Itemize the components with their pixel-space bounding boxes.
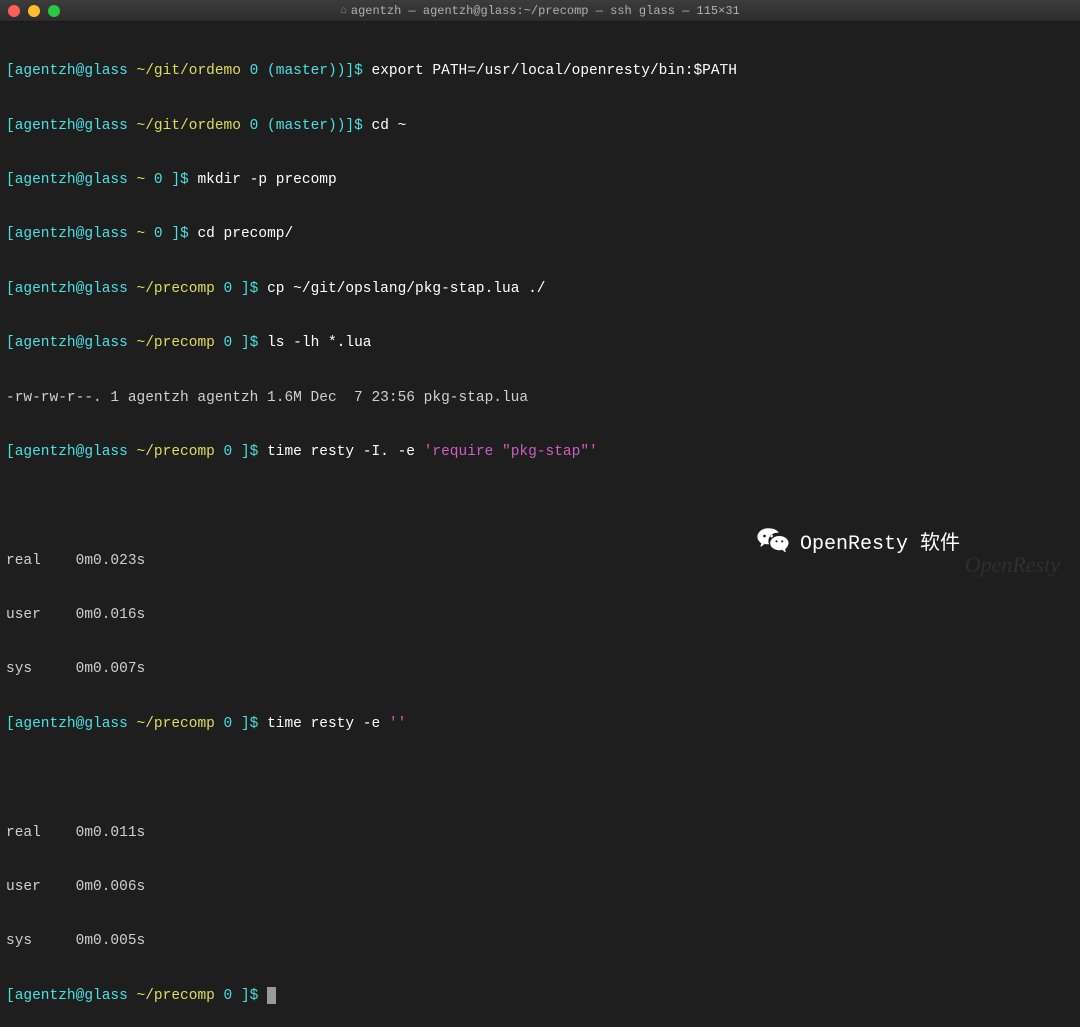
minimize-icon[interactable] xyxy=(28,5,40,17)
close-icon[interactable] xyxy=(8,5,20,17)
terminal-line: [agentzh@glass ~/precomp 0 ]$ ls -lh *.l… xyxy=(6,334,1074,352)
terminal-line: [agentzh@glass ~/git/ordemo 0 (master))]… xyxy=(6,62,1074,80)
terminal-output xyxy=(6,497,1074,515)
terminal-output: user 0m0.016s xyxy=(6,606,1074,624)
command-text: 'require "pkg-stap"' xyxy=(424,444,598,460)
window-title-text: agentzh — agentzh@glass:~/precomp — ssh … xyxy=(351,4,740,18)
command-text: cd ~ xyxy=(372,118,407,134)
terminal-output: real 0m0.023s xyxy=(6,552,1074,570)
terminal-line: [agentzh@glass ~/precomp 0 ]$ xyxy=(6,987,1074,1005)
terminal-line: [agentzh@glass ~ 0 ]$ mkdir -p precomp xyxy=(6,171,1074,189)
terminal-line: [agentzh@glass ~/precomp 0 ]$ time resty… xyxy=(6,443,1074,461)
terminal-output: sys 0m0.005s xyxy=(6,932,1074,950)
maximize-icon[interactable] xyxy=(48,5,60,17)
terminal-line: [agentzh@glass ~/precomp 0 ]$ cp ~/git/o… xyxy=(6,280,1074,298)
command-text: cp ~/git/opslang/pkg-stap.lua ./ xyxy=(267,281,545,297)
command-text: ls -lh *.lua xyxy=(267,335,371,351)
terminal-content[interactable]: [agentzh@glass ~/git/ordemo 0 (master))]… xyxy=(0,22,1080,1027)
traffic-lights xyxy=(8,5,60,17)
terminal-line: [agentzh@glass ~ 0 ]$ cd precomp/ xyxy=(6,225,1074,243)
command-text: time resty -e xyxy=(267,716,389,732)
window-titlebar: ⌂ agentzh — agentzh@glass:~/precomp — ss… xyxy=(0,0,1080,22)
terminal-line: [agentzh@glass ~/git/ordemo 0 (master))]… xyxy=(6,117,1074,135)
command-text: mkdir -p precomp xyxy=(197,172,336,188)
terminal-output xyxy=(6,769,1074,787)
terminal-output: sys 0m0.007s xyxy=(6,660,1074,678)
terminal-line: [agentzh@glass ~/precomp 0 ]$ time resty… xyxy=(6,715,1074,733)
command-text: export PATH=/usr/local/openresty/bin:$PA… xyxy=(372,63,737,79)
home-icon: ⌂ xyxy=(340,5,347,17)
command-text: cd precomp/ xyxy=(197,226,293,242)
cursor-icon xyxy=(267,987,276,1004)
command-text: time resty -I. -e xyxy=(267,444,424,460)
terminal-output: -rw-rw-r--. 1 agentzh agentzh 1.6M Dec 7… xyxy=(6,389,1074,407)
terminal-output: real 0m0.011s xyxy=(6,824,1074,842)
window-title: ⌂ agentzh — agentzh@glass:~/precomp — ss… xyxy=(340,4,739,18)
command-text: '' xyxy=(389,716,406,732)
terminal-output: user 0m0.006s xyxy=(6,878,1074,896)
